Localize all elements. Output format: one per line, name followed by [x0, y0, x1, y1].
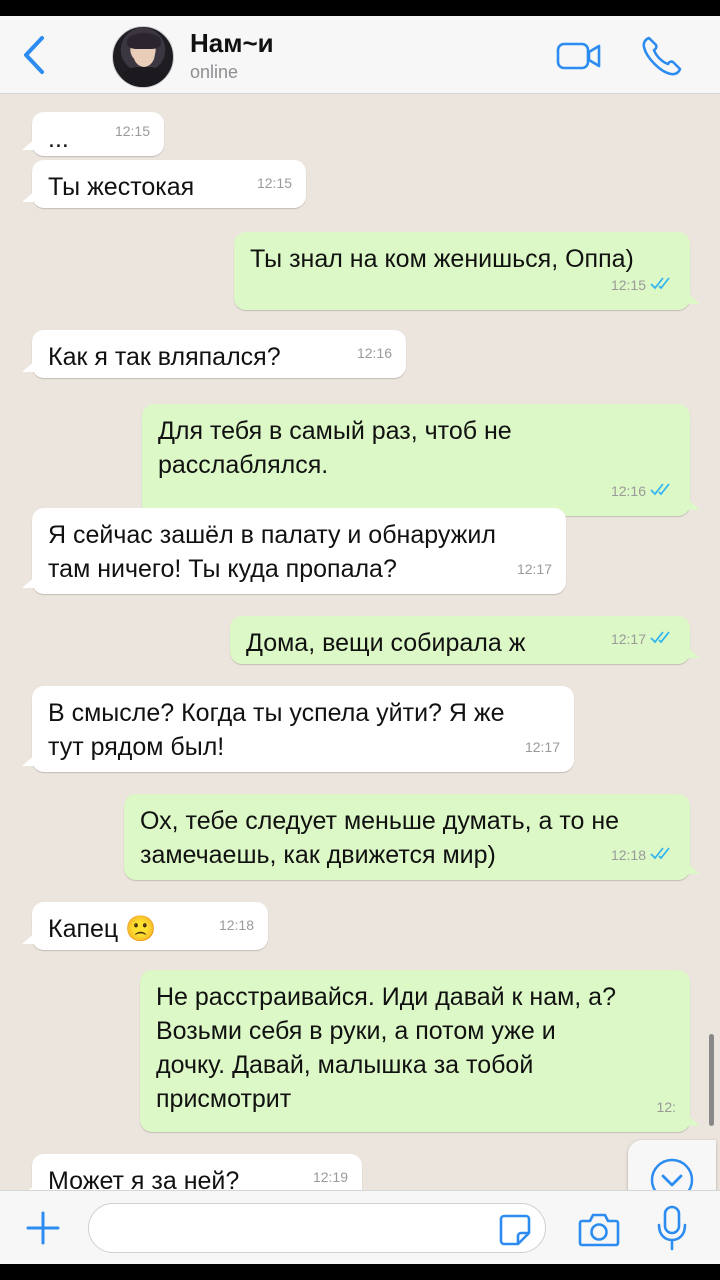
- avatar[interactable]: [112, 26, 174, 88]
- message-meta: 12:15: [611, 268, 676, 302]
- message-time: 12:: [656, 1099, 676, 1115]
- incoming-message[interactable]: Я сейчас зашёл в палату и обнаружил там …: [22, 508, 566, 594]
- message-meta: 12:17: [525, 730, 560, 764]
- message-time: 12:17: [516, 561, 552, 577]
- contact-status: online: [190, 62, 239, 82]
- message-text: Ты жестокая: [48, 173, 195, 201]
- incoming-message[interactable]: В смысле? Когда ты успела уйти? Я же тут…: [22, 686, 574, 772]
- message-meta: 12:17: [517, 552, 552, 586]
- message-list[interactable]: ... 12:15 Ты жестокая 12:15 Ты знал на ком ж…: [0, 94, 720, 1222]
- message-time: 12:16: [356, 345, 392, 361]
- message-meta: 12:16: [611, 474, 676, 508]
- video-call-icon[interactable]: [556, 40, 602, 72]
- read-ticks-icon: [650, 268, 676, 302]
- message-input[interactable]: [88, 1203, 546, 1253]
- message-meta: 12:: [657, 1090, 676, 1124]
- message-time: 12:16: [610, 483, 646, 499]
- back-chevron-icon[interactable]: [18, 34, 52, 76]
- message-meta: 12:17: [611, 622, 676, 656]
- sticker-icon[interactable]: [498, 1213, 532, 1247]
- message-text: Как я так вляпался?: [48, 343, 281, 371]
- message-time: 12:15: [256, 175, 292, 191]
- incoming-message[interactable]: ... 12:15: [22, 112, 164, 156]
- outgoing-message[interactable]: Дома, вещи собирала ж 12:17: [230, 616, 700, 664]
- read-ticks-icon: [650, 622, 676, 656]
- incoming-message[interactable]: Ты жестокая 12:15: [22, 160, 306, 208]
- message-text: Для тебя в самый раз, чтоб не расслаблял…: [158, 417, 512, 479]
- message-time: 12:15: [114, 123, 150, 139]
- outgoing-message[interactable]: Ох, тебе следует меньше думать, а то не …: [124, 794, 700, 880]
- message-text: Ох, тебе следует меньше думать, а то не …: [140, 807, 620, 869]
- message-meta: 12:18: [219, 908, 254, 942]
- incoming-message[interactable]: Капец 🙁 12:18: [22, 902, 268, 950]
- message-text: Я сейчас зашёл в палату и обнаружил там …: [48, 521, 496, 583]
- message-time: 12:18: [610, 847, 646, 863]
- message-meta: 12:15: [257, 166, 292, 200]
- camera-icon[interactable]: [578, 1211, 620, 1247]
- scrollbar[interactable]: [709, 1034, 714, 1126]
- message-text: Не расстраивайся. Иди давай к нам, а? Во…: [156, 983, 616, 1113]
- plus-icon[interactable]: [24, 1209, 62, 1247]
- outgoing-message[interactable]: Ты знал на ком женишься, Оппа) 12:15: [234, 232, 700, 310]
- incoming-message[interactable]: Как я так вляпался? 12:16: [22, 330, 406, 378]
- input-bar: [0, 1190, 720, 1264]
- phone-icon[interactable]: [640, 34, 684, 78]
- chat-screen: Нам~и online ... 12:15 Ты жестокая 12:15 Ты …: [0, 16, 720, 1264]
- chat-header: Нам~и online: [0, 16, 720, 94]
- message-meta: 12:16: [357, 336, 392, 370]
- microphone-icon[interactable]: [656, 1205, 688, 1251]
- outgoing-message[interactable]: Не расстраивайся. Иди давай к нам, а? Во…: [140, 970, 700, 1132]
- message-time: 12:17: [524, 739, 560, 755]
- message-meta: 12:15: [115, 114, 150, 148]
- read-ticks-icon: [650, 838, 676, 872]
- contact-name[interactable]: Нам~и: [190, 28, 274, 59]
- message-text: В смысле? Когда ты успела уйти? Я же тут…: [48, 699, 505, 761]
- message-meta: 12:18: [611, 838, 676, 872]
- message-time: 12:18: [218, 917, 254, 933]
- message-time: 12:19: [312, 1169, 348, 1185]
- message-meta: 12:19: [313, 1160, 348, 1194]
- read-ticks-icon: [650, 474, 676, 508]
- outgoing-message[interactable]: Для тебя в самый раз, чтоб не расслаблял…: [142, 404, 700, 516]
- message-time: 12:15: [610, 277, 646, 293]
- message-time: 12:17: [610, 631, 646, 647]
